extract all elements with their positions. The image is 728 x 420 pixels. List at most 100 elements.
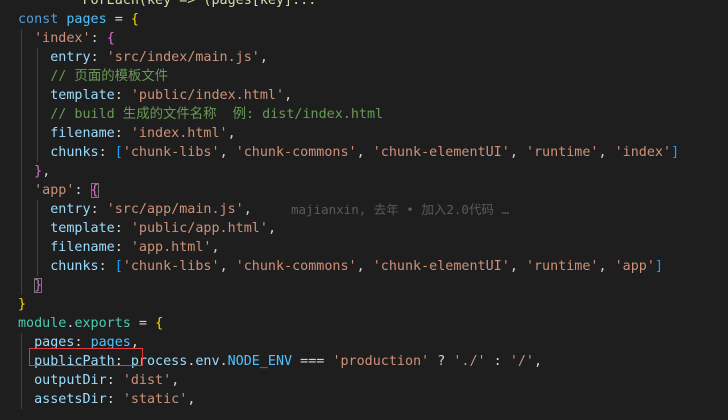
code-token: : bbox=[90, 31, 107, 46]
code-token: , bbox=[42, 164, 51, 179]
code-line: } bbox=[0, 276, 728, 295]
code-token: , bbox=[227, 126, 236, 141]
code-token: , bbox=[219, 259, 236, 274]
code-text[interactable]: } bbox=[18, 276, 43, 295]
code-token: 'public/index.html' bbox=[130, 88, 285, 103]
code-token: chunks bbox=[50, 145, 99, 160]
code-text[interactable]: template: 'public/app.html', bbox=[18, 219, 276, 238]
code-token: : bbox=[485, 354, 510, 369]
code-line: filename: 'app.html', bbox=[0, 238, 728, 257]
code-text[interactable]: // 页面的模板文件 bbox=[18, 67, 168, 86]
code-text[interactable]: }, bbox=[18, 162, 50, 181]
code-token: entry bbox=[50, 202, 91, 217]
code-token: } bbox=[34, 278, 43, 293]
code-token: { bbox=[90, 183, 99, 198]
code-token: 'chunk-libs' bbox=[122, 145, 220, 160]
code-line: chunks: ['chunk-libs', 'chunk-commons', … bbox=[0, 257, 728, 276]
code-text[interactable]: ForEach(key => (pages[key]... bbox=[18, 0, 316, 10]
code-token: , bbox=[509, 145, 526, 160]
code-token: , bbox=[534, 354, 543, 369]
code-token: NODE_ENV bbox=[227, 354, 293, 369]
code-token: : bbox=[106, 392, 123, 407]
code-text[interactable]: filename: 'index.html', bbox=[18, 124, 236, 143]
code-token: [ bbox=[114, 259, 123, 274]
code-text[interactable]: 'app': { bbox=[18, 181, 99, 200]
code-token: 'production' bbox=[332, 354, 430, 369]
code-token: exports bbox=[74, 316, 131, 331]
code-token: : bbox=[114, 221, 131, 236]
code-text[interactable]: 'index': { bbox=[18, 29, 115, 48]
code-line: // 页面的模板文件 bbox=[0, 67, 728, 86]
code-token: , bbox=[598, 145, 615, 160]
code-text[interactable]: assetsDir: 'static', bbox=[18, 390, 195, 409]
code-line: module.exports = { bbox=[0, 314, 728, 333]
highlight-box bbox=[29, 348, 143, 366]
code-token: : bbox=[90, 202, 107, 217]
code-token: ] bbox=[654, 259, 663, 274]
code-token: 'src/app/main.js' bbox=[106, 202, 244, 217]
code-token: // build 生成的文件名称 例: dist/index.html bbox=[50, 107, 384, 122]
code-token: : bbox=[114, 88, 131, 103]
code-token: } bbox=[18, 297, 27, 312]
code-token: const bbox=[18, 12, 59, 27]
code-text[interactable]: entry: 'src/index/main.js', bbox=[18, 48, 268, 67]
code-token: , bbox=[509, 259, 526, 274]
code-line: entry: 'src/index/main.js', bbox=[0, 48, 728, 67]
code-token: 'app' bbox=[614, 259, 655, 274]
code-token: : bbox=[74, 183, 91, 198]
code-token: filename bbox=[50, 240, 115, 255]
code-editor[interactable]: ForEach(key => (pages[key]... const pages… bbox=[0, 0, 728, 420]
code-token: 'app' bbox=[34, 183, 75, 198]
code-token: // 页面的模板文件 bbox=[50, 69, 169, 84]
code-line: entry: 'src/app/main.js', majianxin, 去年 •… bbox=[0, 200, 728, 219]
code-line: template: 'public/index.html', bbox=[0, 86, 728, 105]
code-token: 'index' bbox=[34, 31, 91, 46]
code-token: 'index' bbox=[614, 145, 672, 160]
code-token: pages bbox=[66, 12, 107, 27]
code-text[interactable]: } bbox=[18, 295, 26, 314]
code-line: chunks: ['chunk-libs', 'chunk-commons', … bbox=[0, 143, 728, 162]
code-text[interactable]: outputDir: 'dist', bbox=[18, 371, 179, 390]
code-token: 'static' bbox=[122, 392, 188, 407]
code-text[interactable]: template: 'public/index.html', bbox=[18, 86, 292, 105]
code-token: , bbox=[356, 145, 373, 160]
code-token: , bbox=[356, 259, 373, 274]
code-token: : bbox=[98, 145, 115, 160]
code-token: : bbox=[106, 373, 123, 388]
code-token: , bbox=[219, 145, 236, 160]
code-text[interactable]: filename: 'app.html', bbox=[18, 238, 219, 257]
code-text[interactable]: // build 生成的文件名称 例: dist/index.html bbox=[18, 105, 383, 124]
code-token: module bbox=[18, 316, 67, 331]
code-token: 'src/index/main.js' bbox=[106, 50, 260, 65]
code-token: , bbox=[243, 202, 252, 217]
code-token: : bbox=[90, 50, 107, 65]
code-text[interactable]: entry: 'src/app/main.js', bbox=[18, 200, 252, 219]
code-text[interactable]: const pages = { bbox=[18, 10, 139, 29]
code-line: 'app': { bbox=[0, 181, 728, 200]
code-token: 'chunk-commons' bbox=[235, 259, 357, 274]
code-text[interactable]: module.exports = { bbox=[18, 314, 163, 333]
code-token: [ bbox=[114, 145, 123, 160]
code-line: }, bbox=[0, 162, 728, 181]
code-token: , bbox=[267, 221, 276, 236]
code-token: , bbox=[284, 88, 293, 103]
code-token: { bbox=[155, 316, 164, 331]
code-line: assetsDir: 'static', bbox=[0, 390, 728, 409]
code-token: filename bbox=[50, 126, 115, 141]
code-line: ForEach(key => (pages[key]... bbox=[0, 0, 728, 10]
code-text[interactable]: chunks: ['chunk-libs', 'chunk-commons', … bbox=[18, 257, 663, 276]
code-text[interactable]: chunks: ['chunk-libs', 'chunk-commons', … bbox=[18, 143, 679, 162]
